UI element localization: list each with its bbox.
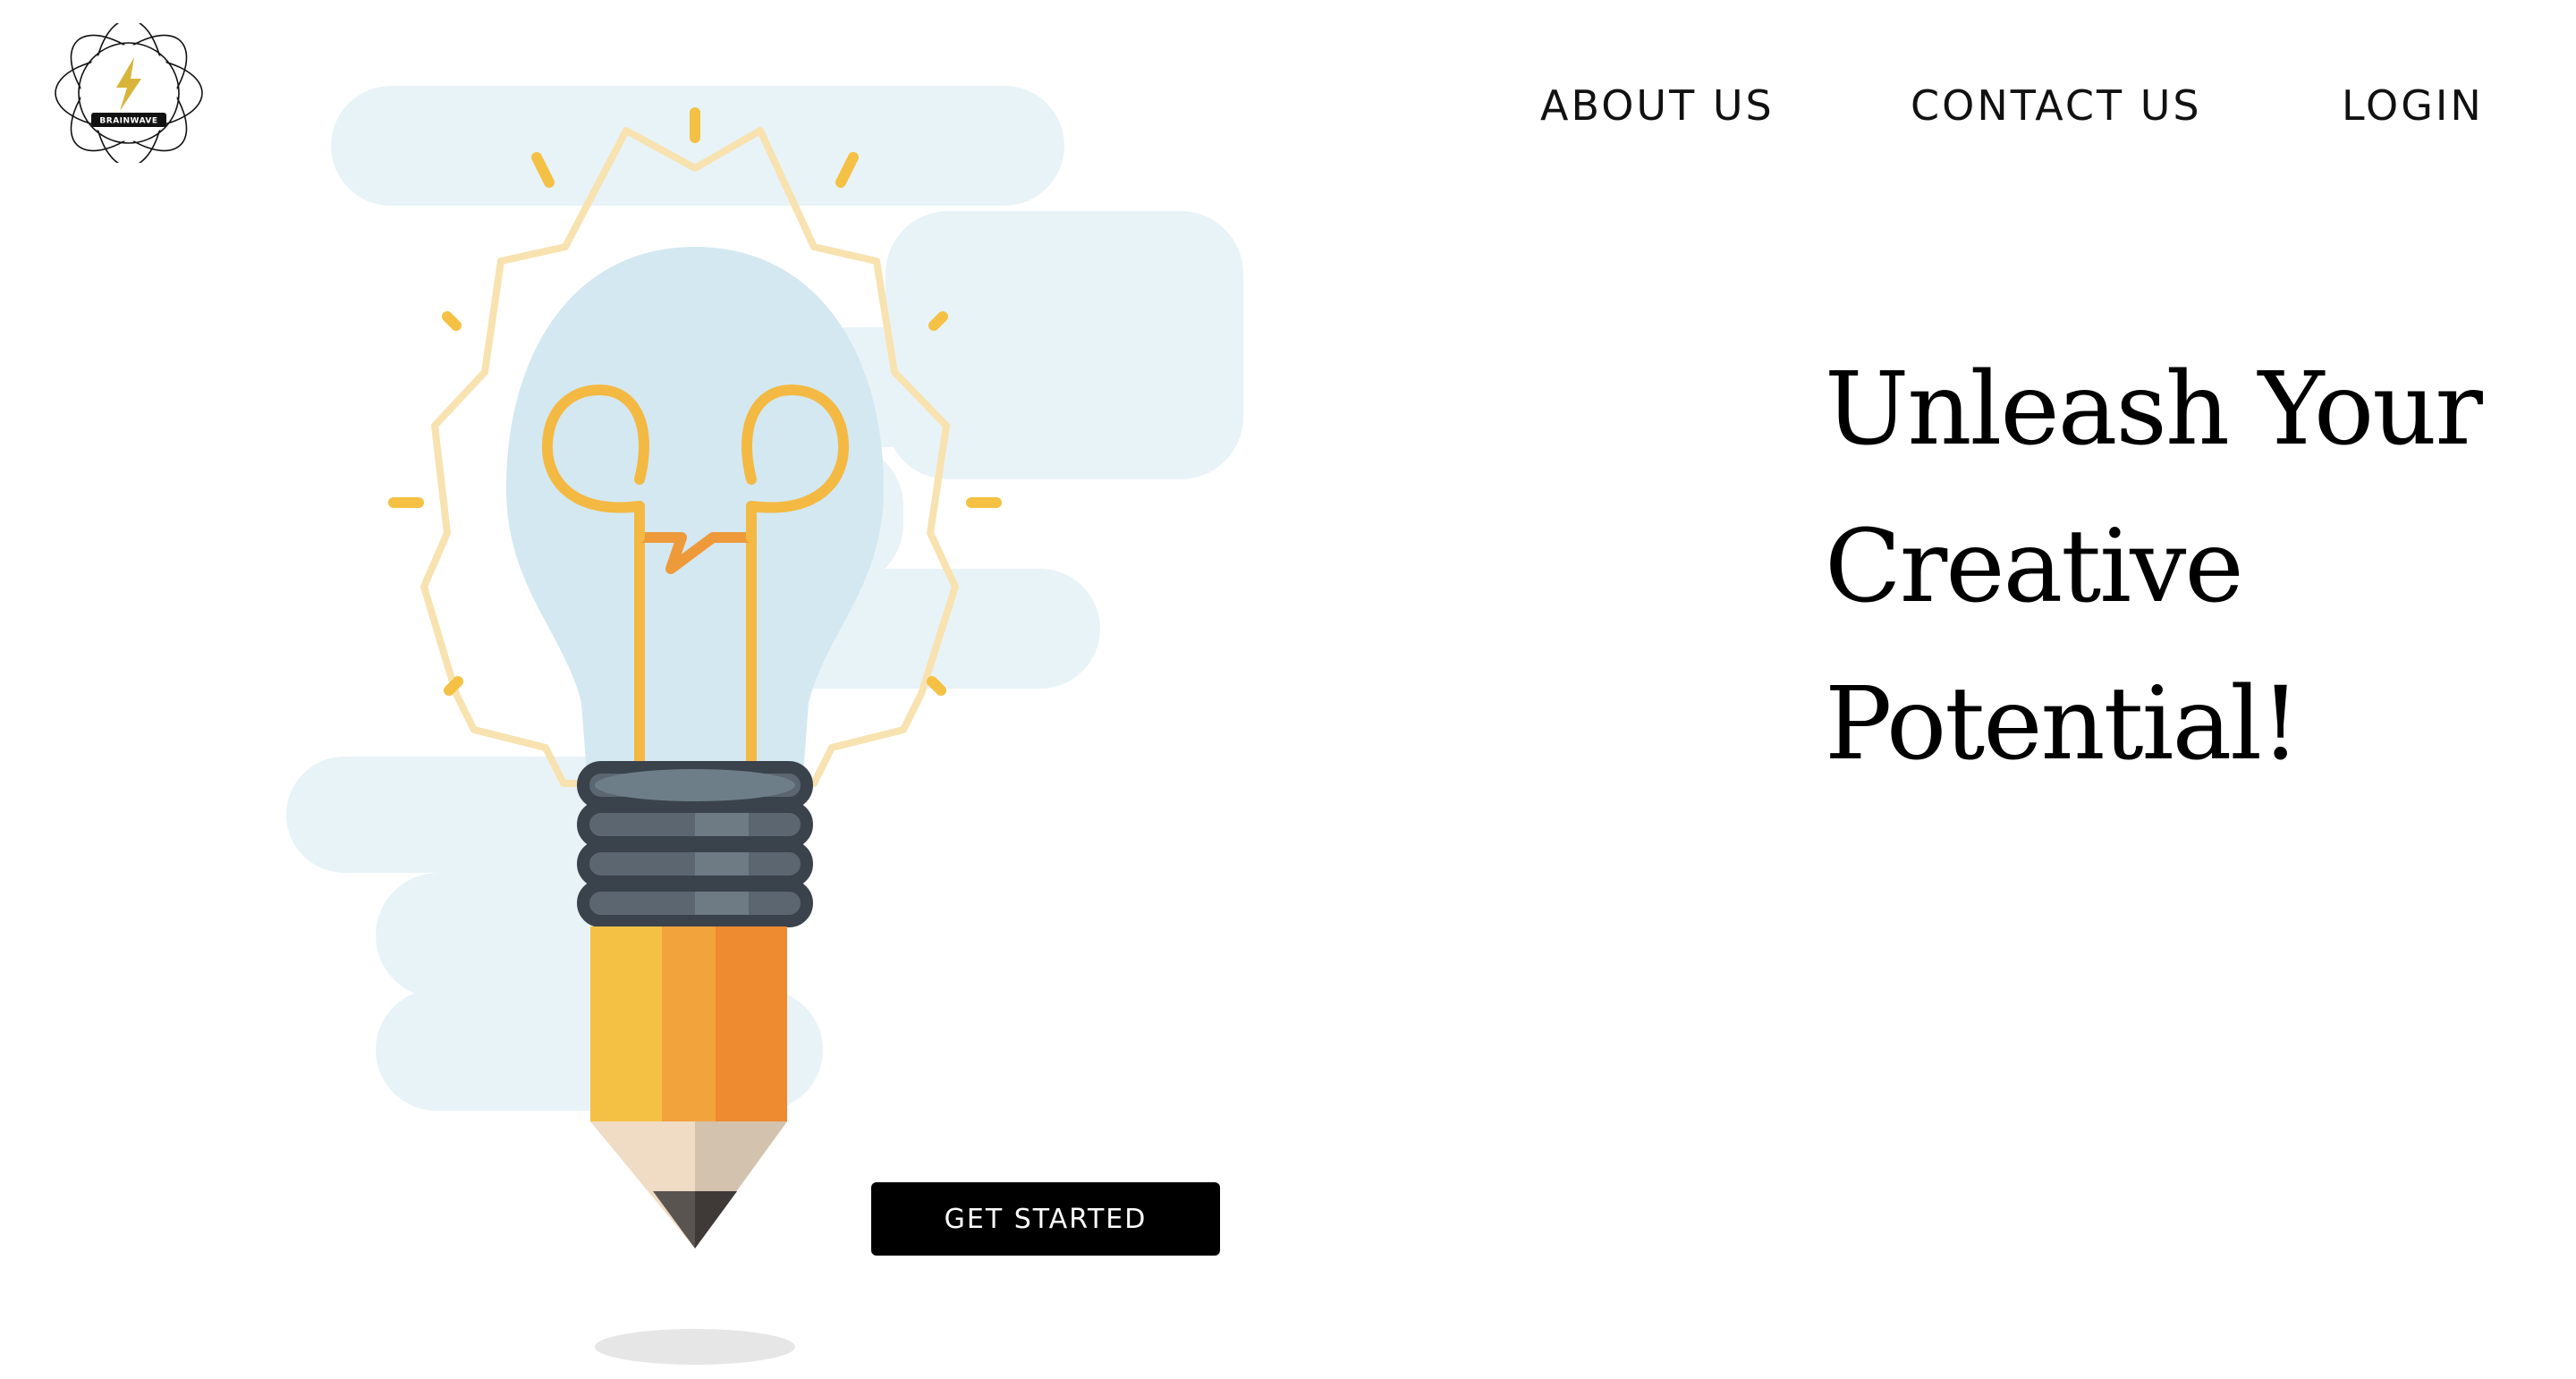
brand-logo[interactable]: BRAINWAVE — [52, 23, 206, 163]
brand-logo-graphic: BRAINWAVE — [55, 23, 203, 163]
headline-line-2: Creative — [1825, 509, 2244, 625]
svg-text:BRAINWAVE: BRAINWAVE — [99, 117, 157, 126]
nav-about-us[interactable]: ABOUT US — [1540, 79, 1775, 132]
bulb-glass — [506, 247, 884, 774]
bulb-base — [577, 761, 813, 927]
headline-line-3: Potential! — [1825, 666, 2301, 783]
pencil — [590, 926, 795, 1365]
hero-headline: Unleash Your Creative Potential! — [1825, 331, 2540, 803]
get-started-button[interactable]: GET STARTED — [871, 1182, 1220, 1256]
nav-contact-us[interactable]: CONTACT US — [1911, 79, 2202, 132]
headline-line-1: Unleash Your — [1825, 351, 2483, 468]
nav-login[interactable]: LOGIN — [2342, 79, 2484, 132]
